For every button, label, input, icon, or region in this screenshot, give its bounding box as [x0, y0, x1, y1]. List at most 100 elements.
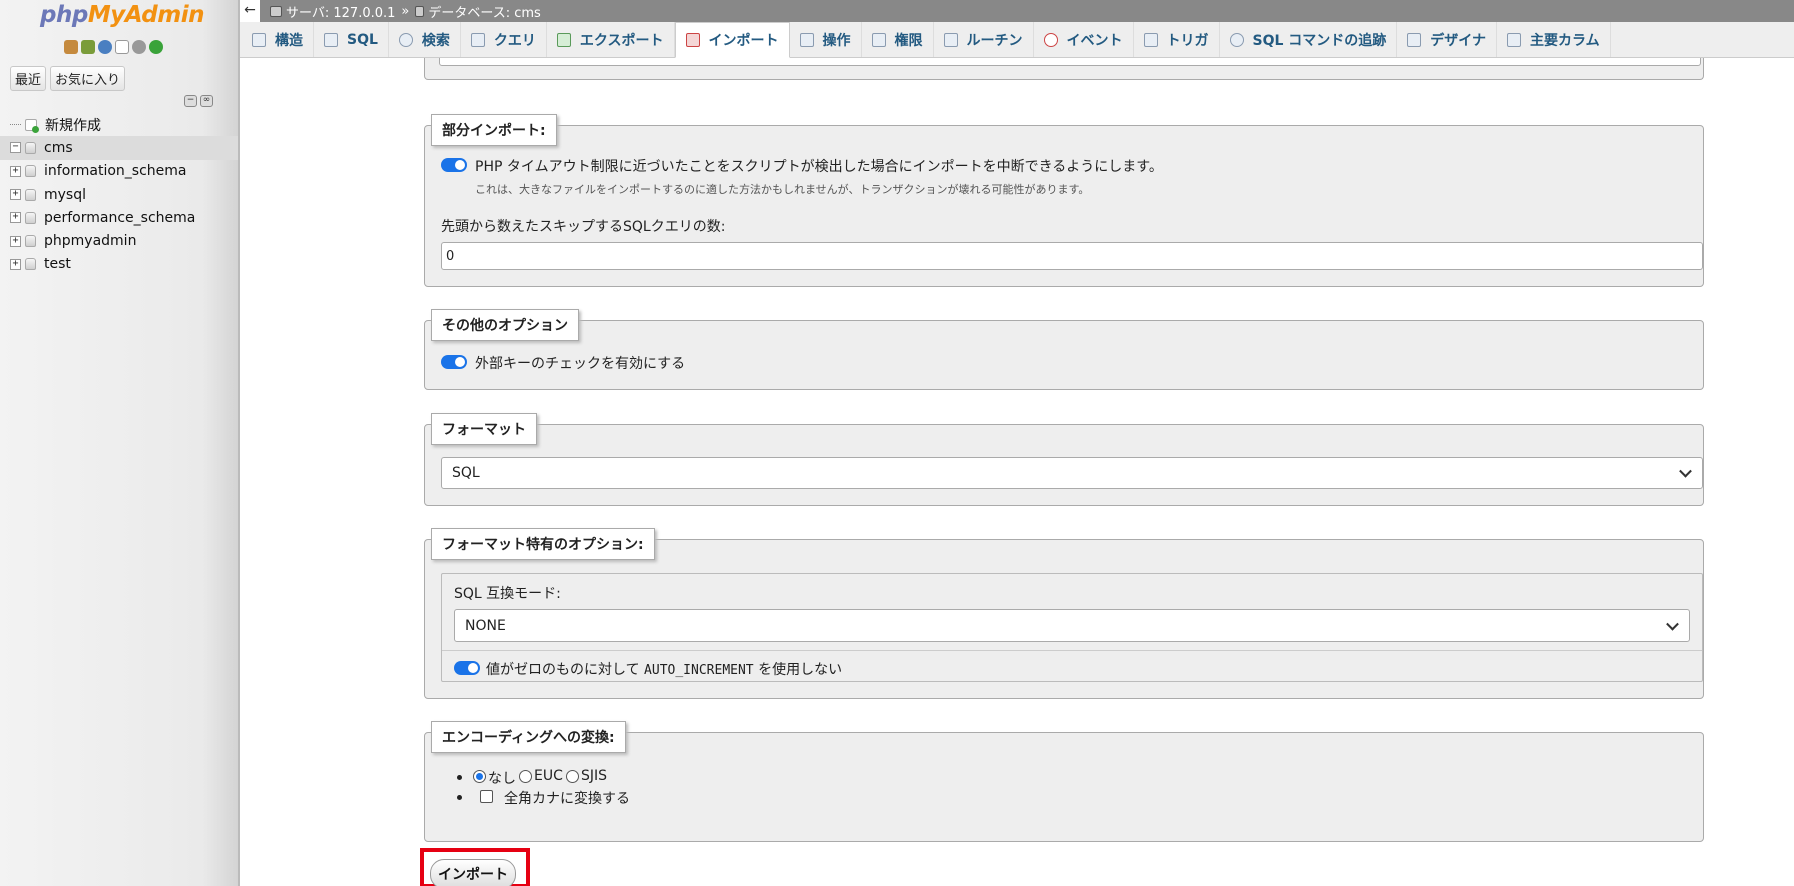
privileges-icon	[871, 32, 886, 47]
format-select[interactable]: SQL	[441, 457, 1703, 489]
settings-icon[interactable]	[132, 40, 146, 54]
phpmyadmin-logo[interactable]: phpMyAdmin	[40, 2, 204, 28]
link-with-main-icon[interactable]: ∞	[200, 95, 213, 107]
charset-section: utf-8	[424, 58, 1704, 80]
allow-interrupt-hint: これは、大きなファイルをインポートするのに適した方法かもしれませんが、トランザク…	[475, 183, 1090, 196]
breadcrumb-bar: ← サーバ: 127.0.0.1 » データベース: cms	[240, 0, 1794, 22]
tab-search[interactable]: 検索	[389, 22, 461, 57]
list-bullet	[457, 795, 462, 800]
breadcrumb-separator: »	[401, 3, 410, 19]
encoding-none-label: なし	[488, 771, 516, 787]
query-icon	[470, 32, 485, 47]
tree-item-mysql[interactable]: + mysql	[0, 183, 238, 206]
main-tabs: 構造 SQL 検索 クエリ エクスポート インポート 操作 権限 ルーチン イベ…	[240, 22, 1794, 58]
help-icon[interactable]	[98, 40, 112, 54]
sql-compat-label: SQL 互換モード:	[454, 586, 561, 602]
partial-import-section: 部分インポート: PHP タイムアウト制限に近づいたことをスクリプトが検出した場…	[424, 114, 1704, 287]
no-auto-value-on-zero-toggle[interactable]	[454, 661, 480, 675]
recent-button[interactable]: 最近	[10, 66, 47, 91]
encoding-euc-radio[interactable]	[519, 770, 532, 783]
tab-designer[interactable]: デザイナ	[1397, 22, 1498, 57]
tab-structure[interactable]: 構造	[242, 22, 314, 57]
tab-events[interactable]: イベント	[1034, 22, 1134, 57]
home-icon[interactable]	[64, 40, 78, 54]
encoding-euc-label: EUC	[534, 768, 563, 784]
foreign-key-checks-label: 外部キーのチェックを有効にする	[475, 356, 686, 372]
tree-item-information-schema[interactable]: + information_schema	[0, 160, 238, 183]
other-options-legend: その他のオプション	[431, 309, 579, 341]
sql-compat-select[interactable]: NONE	[454, 609, 1690, 642]
tree-connector	[10, 124, 21, 126]
database-icon	[25, 165, 36, 178]
database-icon	[415, 5, 425, 17]
routines-icon	[943, 32, 958, 47]
format-section: フォーマット SQL	[424, 413, 1704, 506]
tab-operations[interactable]: 操作	[790, 22, 862, 57]
no-auto-value-on-zero-label: 値がゼロのものに対して AUTO_INCREMENT を使用しない	[486, 662, 843, 678]
tree-item-label: information_schema	[44, 163, 187, 180]
tree-item-cms[interactable]: − cms	[0, 136, 238, 160]
chevron-down-icon	[1679, 464, 1692, 478]
database-tree: 新規作成 − cms + information_schema + mysql …	[0, 113, 238, 276]
list-bullet	[457, 775, 462, 780]
sql-icon	[324, 32, 338, 47]
import-button-highlight: インポート	[420, 848, 530, 886]
kana-convert-label: 全角カナに変換する	[504, 791, 630, 807]
tracking-icon	[1229, 32, 1244, 47]
tree-item-new[interactable]: 新規作成	[0, 113, 238, 136]
tab-tracking[interactable]: SQL コマンドの追跡	[1220, 22, 1398, 57]
allow-interrupt-toggle[interactable]	[441, 158, 467, 172]
tab-routines[interactable]: ルーチン	[934, 22, 1034, 57]
events-icon	[1043, 32, 1058, 47]
expand-icon[interactable]: +	[10, 189, 21, 201]
breadcrumb-server[interactable]: サーバ: 127.0.0.1	[286, 2, 395, 21]
charset-select[interactable]: utf-8	[439, 58, 1701, 66]
log-icon[interactable]	[81, 40, 95, 54]
tree-item-test[interactable]: + test	[0, 253, 238, 276]
format-options-legend: フォーマット特有のオプション:	[431, 528, 655, 560]
tab-import[interactable]: インポート	[674, 22, 790, 58]
tab-query[interactable]: クエリ	[461, 22, 547, 57]
triggers-icon	[1143, 32, 1158, 47]
encoding-legend: エンコーディングへの変換:	[431, 721, 626, 753]
expand-icon[interactable]: +	[10, 235, 21, 247]
operations-icon	[799, 32, 814, 47]
tree-item-label: performance_schema	[44, 209, 196, 226]
expand-icon[interactable]: +	[10, 212, 21, 224]
tree-item-label: mysql	[44, 186, 86, 203]
main-content: utf-8 部分インポート: PHP タイムアウト制限に近づいたことをスクリプト…	[242, 58, 1794, 886]
tab-central-columns[interactable]: 主要カラム	[1497, 22, 1611, 57]
export-icon	[556, 32, 571, 47]
tab-export[interactable]: エクスポート	[547, 22, 675, 57]
expand-icon[interactable]: +	[10, 165, 21, 177]
chevron-down-icon	[1666, 617, 1679, 631]
back-arrow-icon[interactable]: ←	[240, 0, 260, 22]
format-legend: フォーマット	[431, 413, 537, 445]
tree-item-label: cms	[44, 139, 73, 156]
encoding-sjis-radio[interactable]	[566, 770, 579, 783]
collapse-icon[interactable]: −	[10, 142, 21, 154]
database-icon	[25, 141, 36, 154]
skip-queries-input[interactable]: 0	[441, 242, 1703, 270]
encoding-none-radio[interactable]	[473, 770, 486, 783]
encoding-sjis-label: SJIS	[581, 768, 608, 784]
breadcrumb-database[interactable]: データベース: cms	[428, 2, 540, 21]
import-button[interactable]: インポート	[430, 859, 516, 886]
favorites-button[interactable]: お気に入り	[50, 66, 126, 91]
tree-item-performance-schema[interactable]: + performance_schema	[0, 206, 238, 229]
tab-sql[interactable]: SQL	[314, 22, 389, 57]
search-icon	[398, 32, 413, 47]
kana-convert-checkbox[interactable]	[480, 790, 493, 803]
tab-triggers[interactable]: トリガ	[1134, 22, 1220, 57]
partial-import-legend: 部分インポート:	[431, 114, 557, 146]
expand-icon[interactable]: +	[10, 258, 21, 270]
sql-options-box: SQL 互換モード: NONE 値がゼロのものに対して AUTO_INCREME…	[441, 573, 1703, 682]
database-icon	[25, 188, 36, 201]
tree-item-phpmyadmin[interactable]: + phpmyadmin	[0, 229, 238, 252]
docs-icon[interactable]	[115, 40, 129, 54]
reload-icon[interactable]	[149, 40, 163, 54]
tab-privileges[interactable]: 権限	[862, 22, 934, 57]
database-icon	[25, 258, 36, 271]
collapse-all-icon[interactable]: −	[184, 95, 197, 107]
foreign-key-checks-toggle[interactable]	[441, 355, 467, 369]
